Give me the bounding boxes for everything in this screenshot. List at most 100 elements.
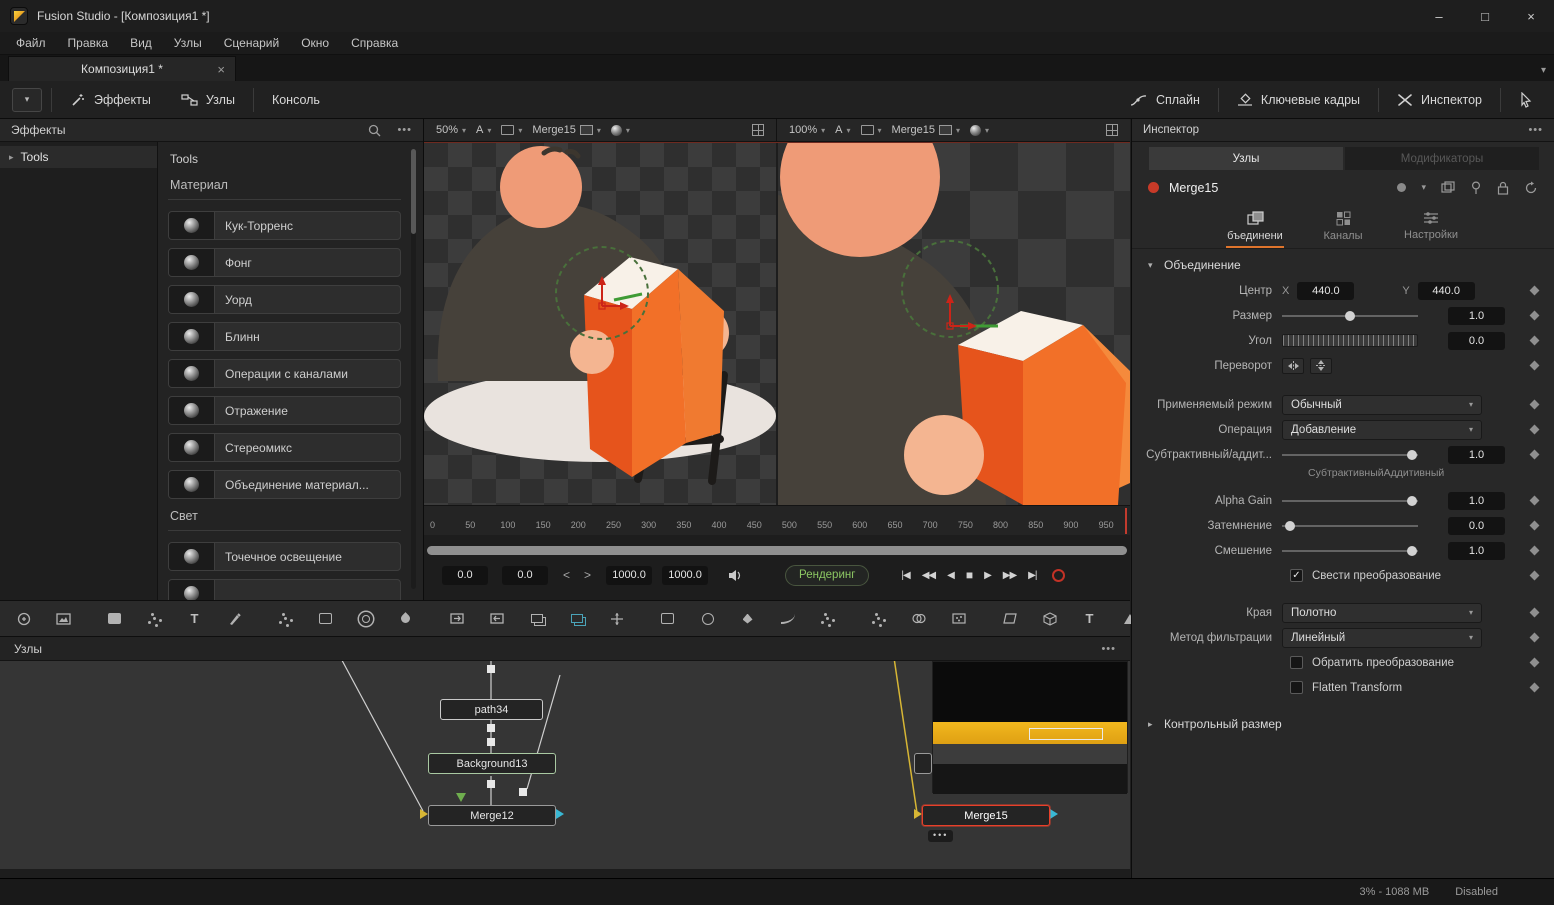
reference-size-section-header[interactable]: ▸ Контрольный размер bbox=[1132, 708, 1554, 737]
range-start-field[interactable]: 0.0 bbox=[442, 566, 488, 585]
node-editor-menu-button[interactable]: ••• bbox=[1101, 643, 1116, 655]
step-forward-button[interactable]: > bbox=[577, 568, 598, 582]
alpha-gain-keyframe-button[interactable] bbox=[1522, 497, 1546, 504]
viewer1-channel-select[interactable]: A ▾ bbox=[476, 124, 491, 136]
angle-thumbwheel[interactable] bbox=[1282, 334, 1418, 347]
timeline-ruler[interactable]: 0501001502002503003504004505005506006507… bbox=[424, 505, 1130, 535]
viewer1-canvas[interactable] bbox=[424, 143, 776, 505]
subtractive-keyframe-button[interactable] bbox=[1522, 451, 1546, 458]
media-in-tool-icon[interactable] bbox=[50, 607, 77, 631]
matte-tool-icon[interactable] bbox=[312, 607, 339, 631]
effect-item[interactable]: Отражение bbox=[168, 396, 401, 425]
pemitter-tool-icon[interactable] bbox=[865, 607, 892, 631]
tab-nodes[interactable]: Узлы bbox=[1149, 147, 1343, 170]
effect-item[interactable]: Стереомикс bbox=[168, 433, 401, 462]
current-time-field[interactable]: 0.0 bbox=[502, 566, 548, 585]
viewer2-zoom-select[interactable]: 100% ▾ bbox=[789, 124, 825, 136]
alpha-gain-field[interactable]: 1.0 bbox=[1448, 492, 1505, 510]
flatten-transform-checkbox[interactable] bbox=[1290, 681, 1303, 694]
flip-vertical-button[interactable] bbox=[1310, 358, 1332, 374]
brightness-tool-icon[interactable] bbox=[352, 607, 379, 631]
select-tool-icon[interactable] bbox=[10, 607, 37, 631]
filter-keyframe-button[interactable] bbox=[1522, 634, 1546, 641]
bspline-mask-tool-icon[interactable] bbox=[774, 607, 801, 631]
lock-icon[interactable] bbox=[1497, 181, 1509, 195]
node-merge15-options[interactable]: ••• bbox=[928, 830, 953, 842]
menu-item[interactable]: Сценарий bbox=[213, 36, 290, 50]
effect-item[interactable]: Уорд bbox=[168, 285, 401, 314]
flatten-checkbox[interactable]: ✓ bbox=[1290, 569, 1303, 582]
menu-item[interactable]: Окно bbox=[290, 36, 340, 50]
effect-item-partial[interactable] bbox=[168, 579, 401, 600]
duration-field[interactable]: 1000.0 bbox=[662, 566, 708, 585]
partial-node[interactable] bbox=[914, 753, 932, 774]
minimize-button[interactable]: – bbox=[1416, 0, 1462, 32]
background-tool-icon[interactable] bbox=[101, 607, 128, 631]
dissolve-tool-icon[interactable] bbox=[523, 607, 550, 631]
spline-panel-button[interactable]: Сплайн bbox=[1115, 81, 1215, 119]
node-preview-tile[interactable] bbox=[932, 661, 1128, 793]
pmerge-tool-icon[interactable] bbox=[905, 607, 932, 631]
ellipse-mask-tool-icon[interactable] bbox=[694, 607, 721, 631]
effect-item[interactable]: Точечное освещение bbox=[168, 542, 401, 571]
magic-mask-tool-icon[interactable] bbox=[814, 607, 841, 631]
flatten-keyframe-button[interactable] bbox=[1522, 572, 1546, 579]
viewer1-grid-button[interactable] bbox=[752, 124, 764, 136]
render-indicator-icon[interactable] bbox=[1052, 569, 1065, 582]
tab-modifiers[interactable]: Модификаторы bbox=[1345, 147, 1539, 170]
transform-tool-icon[interactable] bbox=[603, 607, 630, 631]
edges-dropdown[interactable]: Полотно ▾ bbox=[1282, 603, 1482, 623]
viewer2-channel-select[interactable]: A ▾ bbox=[835, 124, 850, 136]
center-x-field[interactable]: 440.0 bbox=[1297, 282, 1354, 300]
fastnoise-tool-icon[interactable] bbox=[141, 607, 168, 631]
tool-tab-merge[interactable]: бъединени bbox=[1222, 209, 1288, 248]
viewer-scrollbar-thumb[interactable] bbox=[427, 546, 1127, 555]
console-panel-button[interactable]: Консоль bbox=[257, 81, 335, 119]
chevron-down-icon[interactable]: ▾ bbox=[1421, 182, 1426, 193]
flip-keyframe-button[interactable] bbox=[1522, 362, 1546, 369]
viewer2-canvas[interactable] bbox=[778, 143, 1130, 505]
range-end-field[interactable]: 1000.0 bbox=[606, 566, 652, 585]
subtractive-field[interactable]: 1.0 bbox=[1448, 446, 1505, 464]
menu-item[interactable]: Правка bbox=[57, 36, 120, 50]
viewer1-layout-select[interactable]: ▾ bbox=[501, 125, 522, 135]
step-back-button[interactable]: < bbox=[556, 568, 577, 582]
merge-section-header[interactable]: ▾ Объединение bbox=[1132, 249, 1554, 278]
tree-item-tools[interactable]: ▸ Tools bbox=[0, 146, 157, 168]
node-path34[interactable]: path34 bbox=[440, 699, 543, 720]
node-enable-toggle[interactable] bbox=[1148, 182, 1159, 193]
viewer1-lut-select[interactable]: ▾ bbox=[611, 125, 630, 136]
go-to-start-button[interactable]: |◀ bbox=[895, 570, 915, 581]
burn-slider[interactable] bbox=[1282, 517, 1418, 535]
size-keyframe-button[interactable] bbox=[1522, 312, 1546, 319]
apply-mode-keyframe-button[interactable] bbox=[1522, 401, 1546, 408]
saver-tool-icon[interactable] bbox=[483, 607, 510, 631]
apply-mode-dropdown[interactable]: Обычный ▾ bbox=[1282, 395, 1482, 415]
close-button[interactable]: × bbox=[1508, 0, 1554, 32]
size-slider-handle[interactable] bbox=[1345, 311, 1355, 321]
burn-keyframe-button[interactable] bbox=[1522, 522, 1546, 529]
alpha-gain-slider[interactable] bbox=[1282, 492, 1418, 510]
maximize-button[interactable]: □ bbox=[1462, 0, 1508, 32]
tool-tab-settings[interactable]: Настройки bbox=[1398, 209, 1464, 248]
play-button[interactable]: ▶ bbox=[978, 570, 997, 581]
shape3d-tool-icon[interactable] bbox=[1036, 607, 1063, 631]
search-icon[interactable] bbox=[368, 124, 381, 137]
playhead-marker[interactable] bbox=[1125, 508, 1127, 534]
reset-icon[interactable] bbox=[1524, 181, 1538, 195]
angle-field[interactable]: 0.0 bbox=[1448, 332, 1505, 350]
toolbar-customize-button[interactable]: ▾ bbox=[12, 88, 42, 112]
effect-item[interactable]: Операции с каналами bbox=[168, 359, 401, 388]
burn-field[interactable]: 0.0 bbox=[1448, 517, 1505, 535]
menu-item[interactable]: Узлы bbox=[163, 36, 213, 50]
audio-icon[interactable] bbox=[728, 569, 743, 582]
subtractive-slider[interactable] bbox=[1282, 446, 1418, 464]
flip-horizontal-button[interactable] bbox=[1282, 358, 1304, 374]
invert-checkbox[interactable] bbox=[1290, 656, 1303, 669]
tool-tab-channels[interactable]: Каналы bbox=[1310, 209, 1376, 248]
filter-dropdown[interactable]: Линейный ▾ bbox=[1282, 628, 1482, 648]
effect-item[interactable]: Фонг bbox=[168, 248, 401, 277]
fast-rewind-button[interactable]: ◀◀ bbox=[916, 570, 941, 581]
prender-tool-icon[interactable] bbox=[945, 607, 972, 631]
paint-tool-icon[interactable] bbox=[221, 607, 248, 631]
